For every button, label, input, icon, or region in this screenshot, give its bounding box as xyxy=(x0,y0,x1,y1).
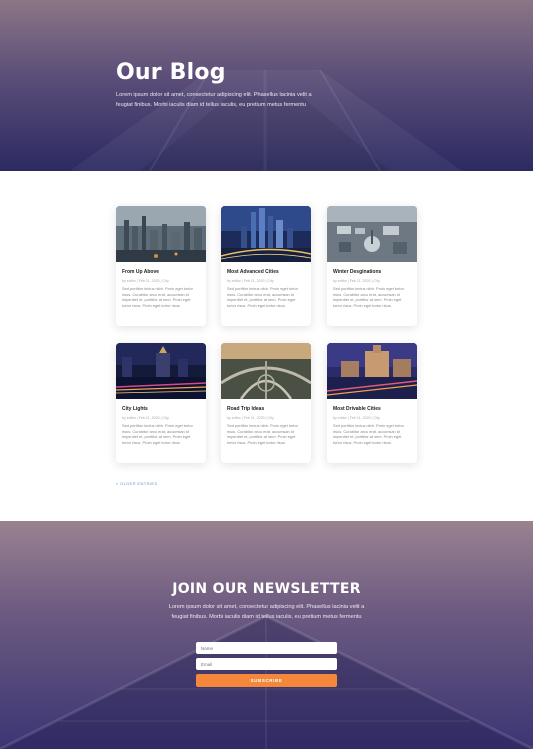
post-title[interactable]: From Up Above xyxy=(122,269,200,276)
name-field[interactable] xyxy=(196,642,337,654)
post-title[interactable]: Winter Desginations xyxy=(333,269,411,276)
post-meta: by editor | Feb 11, 2020 | City xyxy=(227,279,274,283)
post-thumbnail-city-lights[interactable] xyxy=(116,343,206,399)
post-thumbnail-winter-city[interactable] xyxy=(327,206,417,262)
post-meta: by editor | Feb 11, 2020 | City xyxy=(122,416,169,420)
blog-card[interactable]: Most Drivable Cities by editor | Feb 11,… xyxy=(327,343,417,463)
newsletter-description: Lorem ipsum dolor sit amet, consectetur … xyxy=(168,604,365,620)
post-thumbnail-city-skyline[interactable] xyxy=(116,206,206,262)
post-excerpt: Sed porttitor lectus nibh. Proin eget to… xyxy=(122,423,193,445)
older-entries-link[interactable]: « Older Entries xyxy=(116,481,158,486)
blog-card[interactable]: Road Trip Ideas by editor | Feb 11, 2020… xyxy=(221,343,311,463)
subscribe-button[interactable]: SUBSCRIBE xyxy=(196,674,337,687)
email-field[interactable] xyxy=(196,658,337,670)
post-meta: by editor | Feb 11, 2020 | City xyxy=(333,279,380,283)
post-thumbnail-dusk-boulevard[interactable] xyxy=(327,343,417,399)
newsletter-title: JOIN OUR NEWSLETTER xyxy=(172,581,361,597)
newsletter-section: JOIN OUR NEWSLETTER Lorem ipsum dolor si… xyxy=(0,521,533,749)
blog-card[interactable]: City Lights by editor | Feb 11, 2020 | C… xyxy=(116,343,206,463)
post-meta: by editor | Feb 11, 2020 | City xyxy=(122,279,169,283)
post-excerpt: Sed porttitor lectus nibh. Proin eget to… xyxy=(227,423,298,445)
post-meta: by editor | Feb 11, 2020 | City xyxy=(227,416,274,420)
hero-section: Our Blog Lorem ipsum dolor sit amet, con… xyxy=(0,0,533,171)
post-title[interactable]: Road Trip Ideas xyxy=(227,406,305,413)
post-excerpt: Sed porttitor lectus nibh. Proin eget to… xyxy=(333,423,404,445)
building-background-graphic xyxy=(70,69,462,171)
blog-card[interactable]: From Up Above by editor | Feb 11, 2020 |… xyxy=(116,206,206,326)
post-excerpt: Sed porttitor lectus nibh. Proin eget to… xyxy=(227,286,298,308)
post-title[interactable]: Most Advanced Cities xyxy=(227,269,305,276)
page-title: Our Blog xyxy=(116,60,226,85)
post-excerpt: Sed porttitor lectus nibh. Proin eget to… xyxy=(122,286,193,308)
blog-card[interactable]: Winter Desginations by editor | Feb 11, … xyxy=(327,206,417,326)
blog-card[interactable]: Most Advanced Cities by editor | Feb 11,… xyxy=(221,206,311,326)
post-thumbnail-highway[interactable] xyxy=(221,343,311,399)
post-excerpt: Sed porttitor lectus nibh. Proin eget to… xyxy=(333,286,404,308)
post-title[interactable]: City Lights xyxy=(122,406,200,413)
hero-description: Lorem ipsum dolor sit amet, consectetur … xyxy=(116,92,312,108)
roof-background-graphic xyxy=(0,614,533,749)
post-title[interactable]: Most Drivable Cities xyxy=(333,406,411,413)
post-meta: by editor | Feb 11, 2020 | City xyxy=(333,416,380,420)
post-thumbnail-night-skyscrapers[interactable] xyxy=(221,206,311,262)
